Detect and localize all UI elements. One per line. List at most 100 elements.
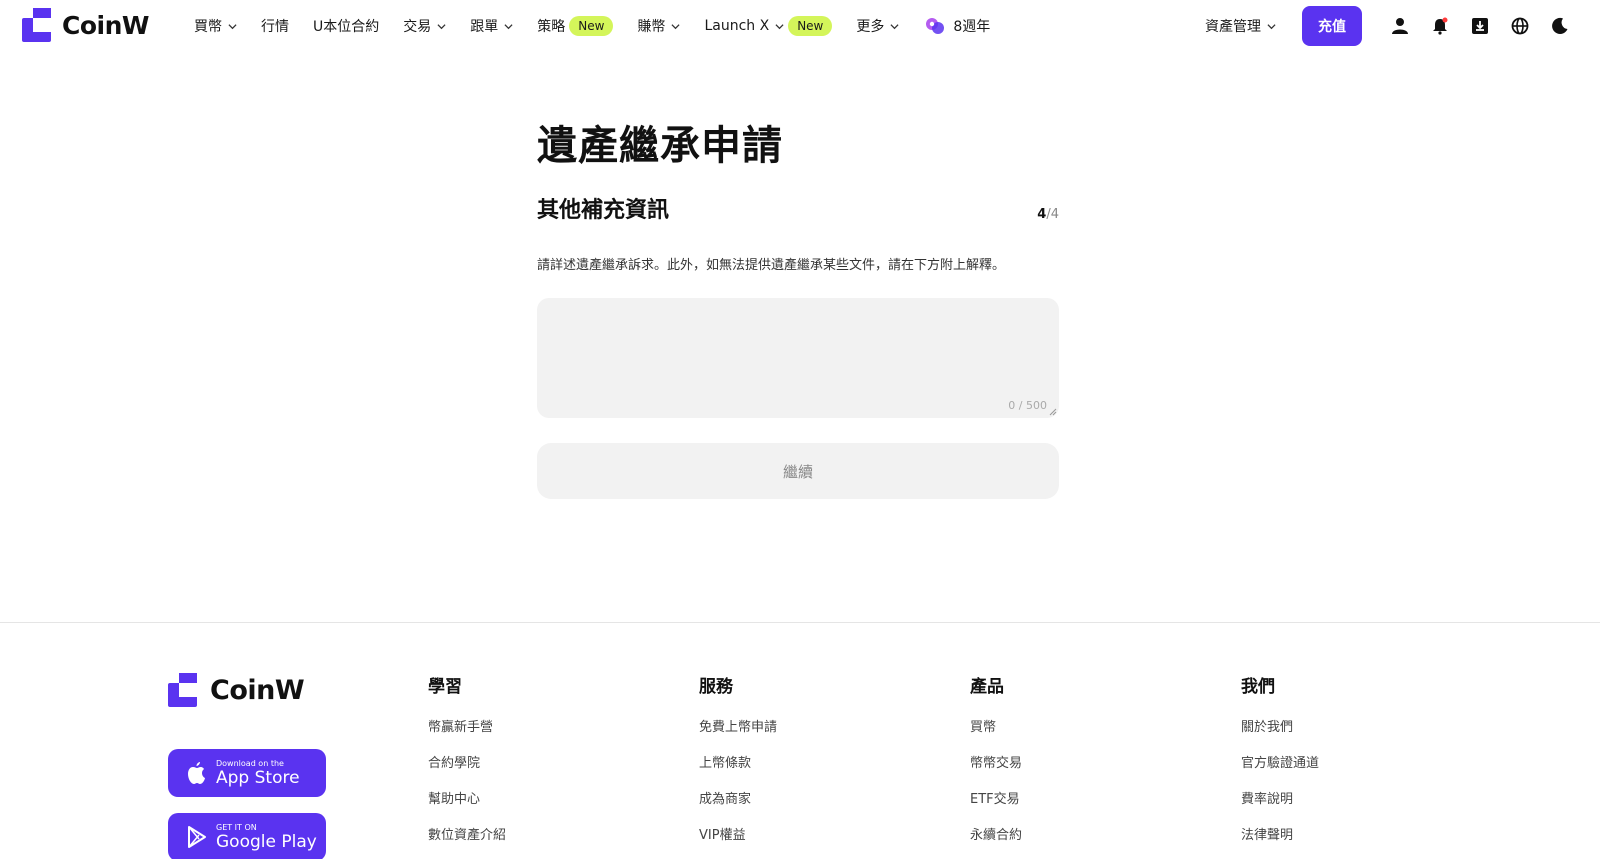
coinw-logo-mark (22, 8, 51, 42)
nav-markets[interactable]: 行情 (261, 16, 289, 36)
nav-anniversary[interactable]: 8週年 (923, 14, 990, 38)
nav-usdt-futures[interactable]: U本位合約 (313, 16, 379, 36)
nav-anniversary-label: 8週年 (953, 19, 991, 35)
nav-copy-trading-label: 跟單 (470, 19, 499, 35)
additional-info-textarea[interactable] (537, 298, 1059, 418)
app-store-small-text: Download on the (216, 758, 284, 768)
user-icon (1392, 18, 1408, 34)
coinw-logo[interactable]: CoinW (22, 8, 149, 42)
google-play-button[interactable]: GET IT ON Google Play (168, 813, 326, 859)
character-counter: 0 / 500 (1008, 399, 1047, 412)
nav-earn-label: 賺幣 (637, 19, 666, 35)
notifications-button[interactable] (1420, 6, 1460, 46)
footer-column-title: 我們 (1241, 677, 1275, 697)
footer-link[interactable]: ETF交易 (970, 792, 1022, 828)
chevron-down-icon (890, 23, 899, 29)
nav-trade[interactable]: 交易 (403, 16, 446, 36)
header-actions: 資產管理 充值 (1205, 0, 1600, 52)
chevron-down-icon (437, 23, 446, 29)
inheritance-form: 遺產繼承申請 其他補充資訊 4/4 請詳述遺產繼承訴求。此外，如無法提供遺產繼承… (537, 118, 1059, 499)
deposit-button[interactable]: 充值 (1302, 6, 1362, 46)
section-header: 其他補充資訊 4/4 (537, 192, 1059, 224)
google-play-big-text: Google Play (216, 831, 317, 852)
chevron-down-icon (671, 23, 680, 29)
nav-buy-crypto[interactable]: 買幣 (194, 16, 237, 36)
nav-markets-label: 行情 (261, 19, 289, 35)
footer-link[interactable]: 幣贏新手營 (428, 720, 506, 756)
user-button[interactable] (1380, 6, 1420, 46)
app-store-big-text: App Store (216, 767, 300, 788)
chevron-down-icon (1267, 23, 1276, 29)
new-badge: New (569, 16, 614, 36)
coinw-logo-mark (168, 673, 197, 707)
footer-link[interactable]: 幫助中心 (428, 792, 506, 828)
top-header: CoinW 買幣 行情 U本位合約 交易 跟單 策略 New 賺幣 Launch… (0, 0, 1600, 52)
footer-link[interactable]: 官方驗證通道 (1241, 756, 1319, 792)
footer-column-learn: 學習 幣贏新手營 合約學院 幫助中心 數位資產介紹 (428, 672, 506, 859)
google-play-text: GET IT ON Google Play (216, 822, 317, 852)
main-nav: 買幣 行情 U本位合約 交易 跟單 策略 New 賺幣 Launch X New (194, 14, 1014, 38)
footer-column-title: 產品 (970, 677, 1004, 697)
nav-strategy[interactable]: 策略 New (537, 16, 614, 36)
page-title: 遺產繼承申請 (537, 123, 783, 169)
footer-column-title: 服務 (699, 677, 733, 697)
google-play-icon (188, 826, 206, 848)
theme-toggle-button[interactable] (1540, 6, 1580, 46)
nav-strategy-label: 策略 (537, 19, 566, 35)
footer-column-products: 產品 買幣 幣幣交易 ETF交易 永續合約 (970, 672, 1022, 859)
nav-trade-label: 交易 (403, 19, 432, 35)
footer-logo-text: CoinW (210, 674, 305, 706)
new-badge: New (788, 16, 833, 36)
chevron-down-icon (228, 23, 237, 29)
nav-more[interactable]: 更多 (856, 16, 899, 36)
bell-icon (1433, 17, 1448, 35)
footer-link[interactable]: 免費上幣申請 (699, 720, 777, 756)
footer-link[interactable]: 幣幣交易 (970, 756, 1022, 792)
nav-more-label: 更多 (856, 19, 885, 35)
footer-link[interactable]: VIP權益 (699, 828, 777, 859)
footer-link[interactable]: 買幣 (970, 720, 1022, 756)
chevron-down-icon (775, 23, 784, 29)
app-store-button[interactable]: Download on the App Store (168, 749, 326, 797)
footer-link[interactable]: 費率說明 (1241, 792, 1319, 828)
download-icon (1472, 18, 1488, 34)
language-button[interactable] (1500, 6, 1540, 46)
app-store-text: Download on the App Store (216, 758, 300, 788)
nav-buy-crypto-label: 買幣 (194, 19, 222, 35)
download-app-button[interactable] (1460, 6, 1500, 46)
footer-link[interactable]: 上幣條款 (699, 756, 777, 792)
footer-link[interactable]: 數位資產介紹 (428, 828, 506, 859)
apple-icon (188, 762, 205, 784)
additional-info-field: 0 / 500 (537, 298, 1059, 418)
continue-button[interactable]: 繼續 (537, 443, 1059, 499)
footer-column-title: 學習 (428, 677, 462, 697)
form-description: 請詳述遺產繼承訴求。此外，如無法提供遺產繼承某些文件，請在下方附上解釋。 (537, 258, 1006, 273)
footer-link[interactable]: 法律聲明 (1241, 828, 1319, 859)
logo-text: CoinW (62, 10, 149, 40)
google-play-small-text: GET IT ON (216, 822, 257, 832)
footer-column-services: 服務 免費上幣申請 上幣條款 成為商家 VIP權益 (699, 672, 777, 859)
nav-launch-x-label: Launch X (704, 18, 770, 34)
nav-launch-x[interactable]: Launch X New (704, 16, 833, 36)
chevron-down-icon (504, 23, 513, 29)
globe-icon (1511, 17, 1529, 35)
section-title: 其他補充資訊 (537, 198, 670, 223)
footer-divider (0, 622, 1600, 623)
anniversary-icon (926, 18, 945, 34)
moon-icon (1552, 17, 1568, 34)
footer-logo[interactable]: CoinW (168, 673, 305, 707)
footer-link[interactable]: 永續合約 (970, 828, 1022, 859)
step-indicator: 4/4 (1037, 207, 1059, 222)
resize-grip-icon[interactable] (1049, 408, 1057, 416)
step-current: 4 (1037, 207, 1047, 222)
footer-link[interactable]: 合約學院 (428, 756, 506, 792)
step-total: /4 (1046, 207, 1059, 222)
nav-copy-trading[interactable]: 跟單 (470, 16, 513, 36)
nav-usdt-futures-label: U本位合約 (313, 19, 380, 35)
footer-column-about: 我們 關於我們 官方驗證通道 費率說明 法律聲明 (1241, 672, 1319, 859)
footer-link[interactable]: 成為商家 (699, 792, 777, 828)
asset-management-label: 資產管理 (1205, 19, 1261, 35)
nav-earn[interactable]: 賺幣 (637, 16, 680, 36)
footer-link[interactable]: 關於我們 (1241, 720, 1319, 756)
asset-management-menu[interactable]: 資產管理 (1205, 16, 1276, 36)
